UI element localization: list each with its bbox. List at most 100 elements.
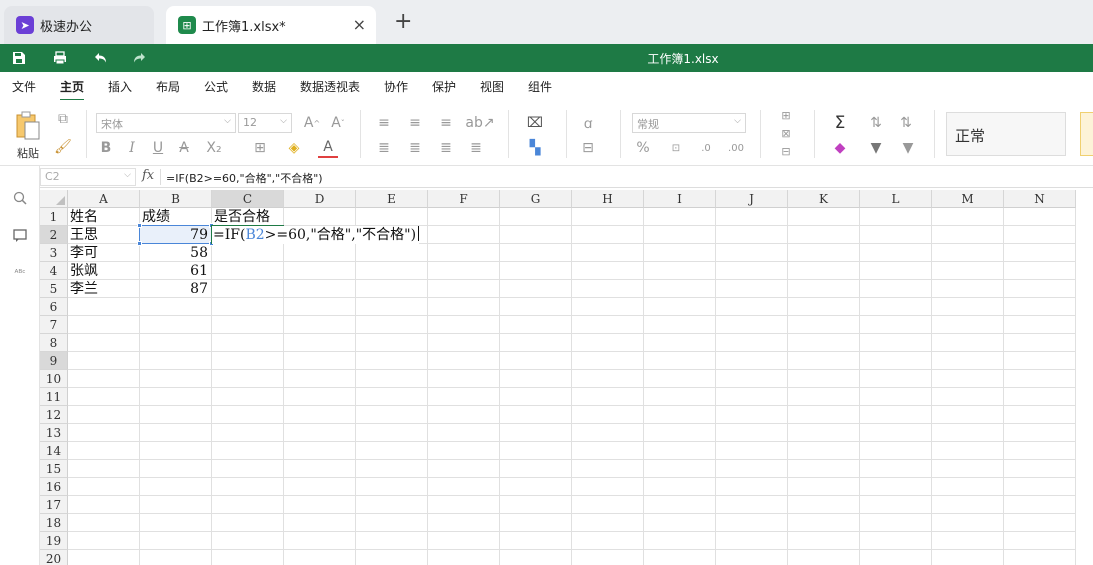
column-header-a[interactable]: A	[68, 190, 140, 208]
print-icon[interactable]	[49, 48, 71, 68]
column-header-f[interactable]: F	[428, 190, 500, 208]
sum-icon[interactable]: Σ	[826, 113, 854, 133]
format-rows-icon[interactable]: ⊟	[772, 144, 800, 158]
column-header-b[interactable]: B	[140, 190, 212, 208]
row-header-5[interactable]: 5	[40, 280, 68, 298]
menu-pivot[interactable]: 数据透视表	[300, 78, 360, 95]
wrap-text-icon[interactable]: ⌧	[520, 113, 550, 133]
strikethrough-icon[interactable]: A	[176, 138, 192, 158]
name-box[interactable]: C2 ⌵	[40, 168, 136, 186]
undo-icon[interactable]	[89, 48, 111, 68]
menu-formula[interactable]: 公式	[204, 78, 228, 95]
align-bottom-icon[interactable]: ≡	[436, 113, 456, 133]
row-header-13[interactable]: 13	[40, 424, 68, 442]
decrease-decimal-icon[interactable]: .00	[726, 138, 746, 158]
currency-format-icon[interactable]: ⊡	[664, 138, 688, 158]
row-header-14[interactable]: 14	[40, 442, 68, 460]
align-top-icon[interactable]: ≡	[374, 113, 394, 133]
font-decrease-icon[interactable]: Aˇ	[328, 113, 348, 133]
cell-b4[interactable]: 61	[140, 262, 211, 280]
paste-icon[interactable]	[12, 110, 42, 142]
column-header-e[interactable]: E	[356, 190, 428, 208]
row-header-8[interactable]: 8	[40, 334, 68, 352]
sort-descending-icon[interactable]: ⇅	[896, 113, 916, 133]
cell-b2[interactable]: 79	[140, 226, 211, 244]
merge-cells-icon[interactable]: ▚	[520, 138, 550, 158]
row-header-7[interactable]: 7	[40, 316, 68, 334]
cell-b1[interactable]: 成绩	[140, 208, 211, 226]
spellcheck-icon[interactable]: ᴬᴮᶜ	[10, 264, 30, 284]
row-header-4[interactable]: 4	[40, 262, 68, 280]
tab-home[interactable]: ➤ 极速办公	[4, 6, 154, 44]
clear-filter-icon[interactable]: ▼	[896, 138, 920, 158]
spreadsheet-grid[interactable]: ABCDEFGHIJKLMN 1 2 3 4 5 6 7 8 9 10 11 12 13 14 15 16 17…	[40, 190, 1093, 565]
row-header-12[interactable]: 12	[40, 406, 68, 424]
row-header-1[interactable]: 1	[40, 208, 68, 226]
cell-a4[interactable]: 张飒	[68, 262, 139, 280]
align-right-icon[interactable]: ≣	[436, 138, 456, 158]
select-all-corner[interactable]	[40, 190, 68, 208]
column-header-l[interactable]: L	[860, 190, 932, 208]
bold-icon[interactable]: B	[98, 138, 114, 158]
row-header-3[interactable]: 3	[40, 244, 68, 262]
insert-rows-icon[interactable]: ⊞	[772, 108, 800, 122]
comment-icon[interactable]	[10, 226, 30, 246]
cell-a1[interactable]: 姓名	[68, 208, 139, 226]
row-header-16[interactable]: 16	[40, 478, 68, 496]
row-header-11[interactable]: 11	[40, 388, 68, 406]
column-header-k[interactable]: K	[788, 190, 860, 208]
font-name-select[interactable]: 宋体 ⌵	[96, 113, 236, 133]
number-format-select[interactable]: 常规 ⌵	[632, 113, 746, 133]
font-size-select[interactable]: 12 ⌵	[238, 113, 292, 133]
cell-c1[interactable]: 是否合格	[212, 208, 283, 226]
tab-workbook[interactable]: ⊞ 工作簿1.xlsx* ×	[166, 6, 376, 44]
menu-collaborate[interactable]: 协作	[384, 78, 408, 95]
filter-icon[interactable]: ▼	[866, 138, 886, 158]
row-header-2[interactable]: 2	[40, 226, 68, 244]
column-header-c[interactable]: C	[212, 190, 284, 208]
cell-style-normal[interactable]: 正常	[946, 112, 1066, 156]
insert-table-icon[interactable]: ⊟	[576, 138, 600, 158]
save-icon[interactable]	[8, 48, 30, 68]
column-header-i[interactable]: I	[644, 190, 716, 208]
new-tab-button[interactable]: +	[394, 10, 412, 34]
column-header-h[interactable]: H	[572, 190, 644, 208]
border-icon[interactable]: ⊞	[248, 138, 272, 158]
fx-icon[interactable]: fx	[142, 168, 154, 183]
menu-insert[interactable]: 插入	[108, 78, 132, 95]
percent-icon[interactable]: %	[634, 138, 652, 158]
row-header-10[interactable]: 10	[40, 370, 68, 388]
menu-file[interactable]: 文件	[12, 78, 36, 95]
increase-decimal-icon[interactable]: .0	[696, 138, 716, 158]
column-header-j[interactable]: J	[716, 190, 788, 208]
align-center-icon[interactable]: ≣	[405, 138, 425, 158]
cell-b5[interactable]: 87	[140, 280, 211, 298]
clear-icon[interactable]: ◆	[826, 138, 854, 158]
chinese-convert-icon[interactable]: ꭤ	[576, 113, 600, 133]
align-middle-icon[interactable]: ≡	[405, 113, 425, 133]
delete-rows-icon[interactable]: ⊠	[772, 126, 800, 140]
formula-input[interactable]: =IF(B2>=60,"合格","不合格")	[166, 170, 323, 186]
row-header-15[interactable]: 15	[40, 460, 68, 478]
sort-ascending-icon[interactable]: ⇅	[866, 113, 886, 133]
cell-a3[interactable]: 李可	[68, 244, 139, 262]
close-tab-button[interactable]: ×	[353, 15, 366, 34]
row-header-18[interactable]: 18	[40, 514, 68, 532]
column-header-g[interactable]: G	[500, 190, 572, 208]
row-header-19[interactable]: 19	[40, 532, 68, 550]
align-left-icon[interactable]: ≣	[374, 138, 394, 158]
redo-icon[interactable]	[129, 48, 151, 68]
format-painter-icon[interactable]: 🖌	[54, 138, 72, 156]
justify-icon[interactable]: ≣	[466, 138, 486, 158]
font-color-icon[interactable]: A	[318, 138, 338, 158]
menu-view[interactable]: 视图	[480, 78, 504, 95]
font-increase-icon[interactable]: A ^	[302, 113, 322, 133]
fill-color-icon[interactable]: ◈	[282, 138, 306, 158]
menu-components[interactable]: 组件	[528, 78, 552, 95]
cell-a5[interactable]: 李兰	[68, 280, 139, 298]
row-header-20[interactable]: 20	[40, 550, 68, 565]
cell-b3[interactable]: 58	[140, 244, 211, 262]
subscript-icon[interactable]: X₂	[202, 138, 226, 158]
menu-layout[interactable]: 布局	[156, 78, 180, 95]
menu-home[interactable]: 主页	[60, 78, 85, 101]
